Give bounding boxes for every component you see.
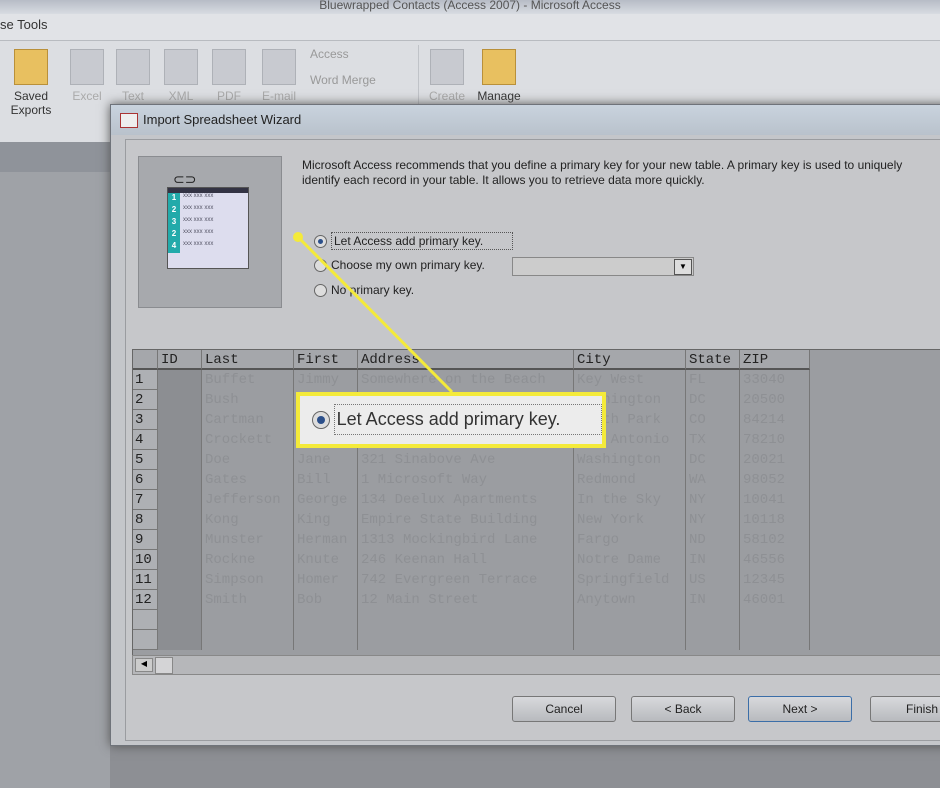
zoom-callout: Let Access add primary key.	[296, 392, 606, 448]
callout-label: Let Access add primary key.	[333, 404, 602, 435]
radio-button-zoomed	[312, 410, 330, 429]
